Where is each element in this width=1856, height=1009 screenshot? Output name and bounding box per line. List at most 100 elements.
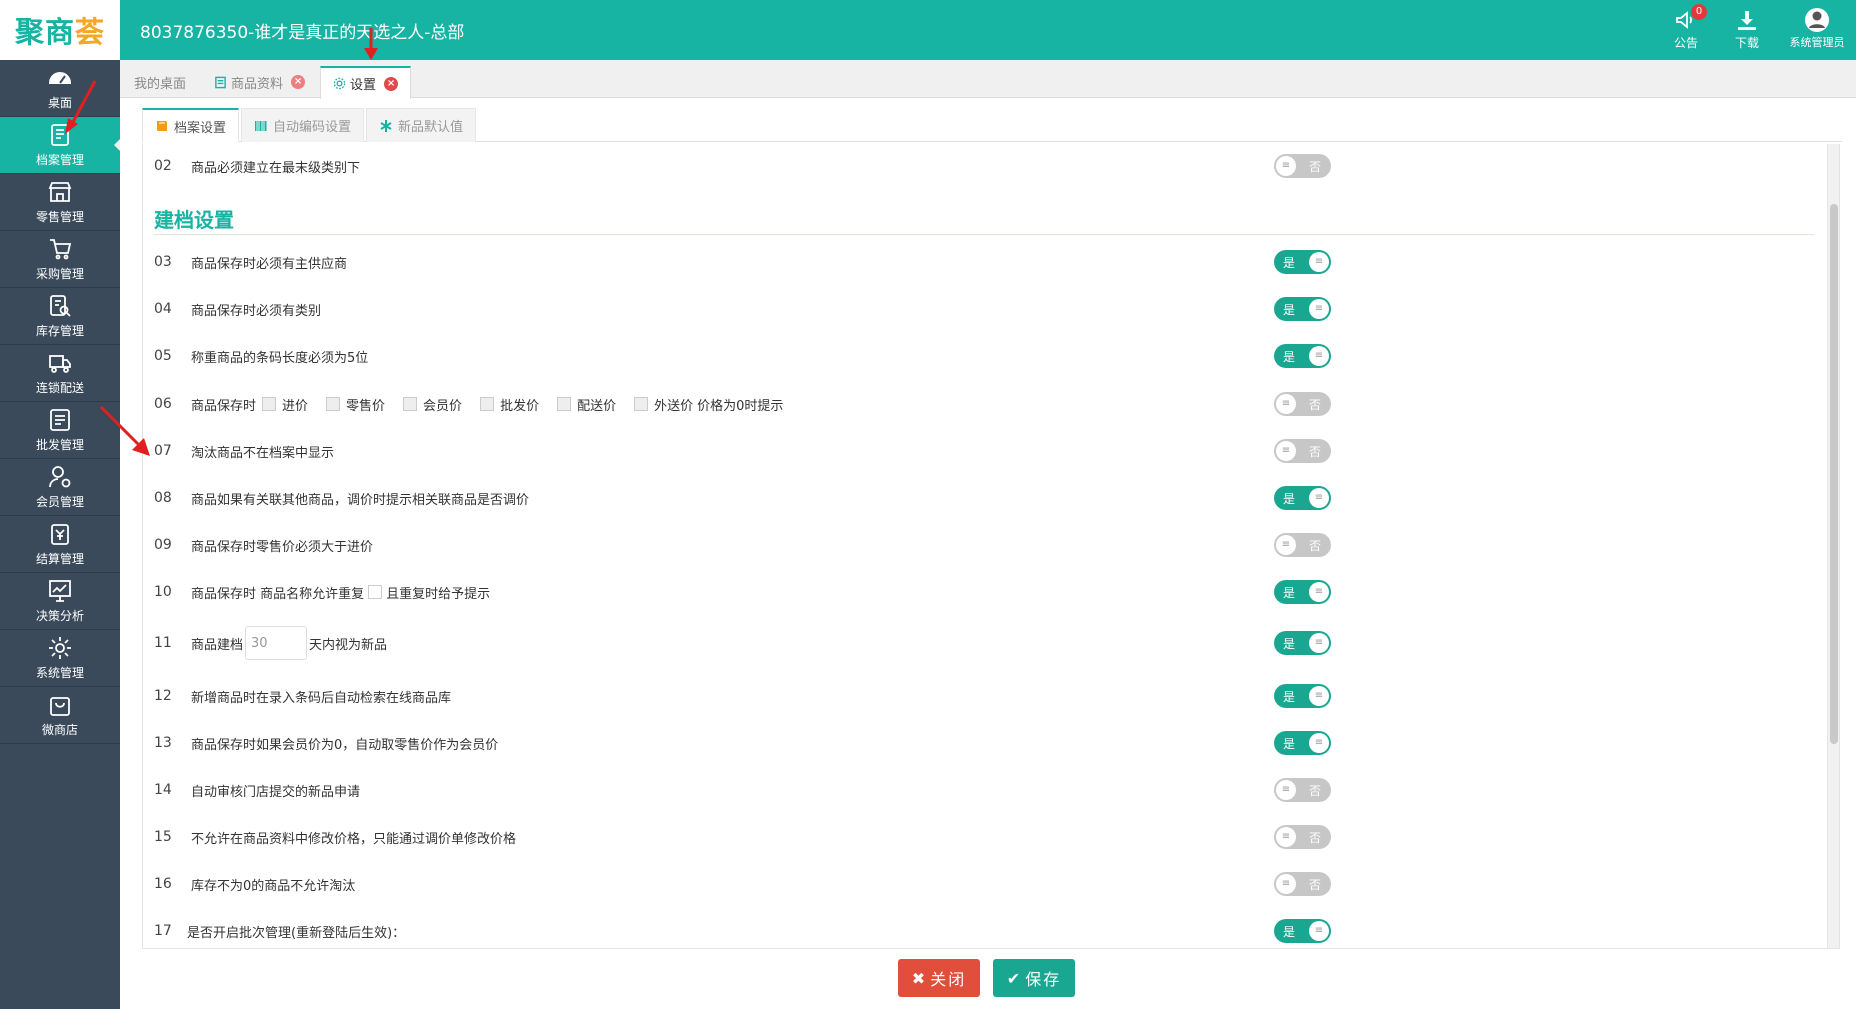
inventory-icon [50,295,71,317]
document-icon [215,76,226,88]
toggle-knob: ≡ [1276,827,1296,847]
gear-icon [333,77,346,90]
book-icon [157,121,167,131]
asterisk-icon [380,119,392,132]
annotation-arrow-tab [364,28,378,60]
settings-subtabs: 档案设置 自动编码设置 新品默认值 [142,108,1842,142]
toggle-knob: ≡ [1276,394,1296,414]
new-goods-days-input[interactable] [245,626,308,660]
toggle-17[interactable]: 是 ≡ [1274,919,1331,943]
settings-list: 02 商品必须建立在最末级类别下 ≡ 否 建档设置 03 商品保存时必须有主供应… [142,144,1840,949]
member-icon [49,466,71,488]
subtab-newdefault[interactable]: 新品默认值 [366,108,477,142]
setting-row-14: 14 自动审核门店提交的新品申请 [154,782,361,800]
setting-row-12: 12 新增商品时在录入条码后自动检索在线商品库 [154,688,452,706]
setting-row-17: 17 是否开启批次管理(重新登陆后生效)： [154,923,406,941]
tab-goods[interactable]: 商品资料 × [202,66,317,98]
setting-row-08: 08 商品如果有关联其他商品，调价时提示相关联商品是否调价 [154,490,530,508]
toggle-16[interactable]: ≡ 否 [1274,872,1331,896]
sidebar-item-system[interactable]: 系统管理 [0,630,120,687]
tab-desktop[interactable]: 我的桌面 [122,66,198,98]
section-title: 建档设置 [154,208,234,232]
setting-row-11: 11 商品建档 天内视为新品 [154,626,1454,660]
toggle-knob: ≡ [1309,686,1329,706]
sidebar-item-retail[interactable]: 零售管理 [0,174,120,231]
setting-row-04: 04 商品保存时必须有类别 [154,301,322,319]
chart-icon [49,580,71,602]
toggle-knob: ≡ [1309,488,1329,508]
gear-icon [49,637,71,659]
shop-bag-icon [50,697,70,716]
user-icon [1809,11,1825,28]
checkbox-retail-price[interactable] [326,397,341,411]
toggle-knob: ≡ [1309,582,1329,602]
toggle-knob: ≡ [1276,441,1296,461]
setting-row-05: 05 称重商品的条码长度必须为5位 [154,348,369,366]
scrollbar-thumb[interactable] [1830,204,1838,744]
toggle-10[interactable]: 是 ≡ [1274,580,1331,604]
user-menu[interactable]: 系统管理员 [1782,8,1852,54]
yen-icon [51,524,69,545]
sidebar-item-inventory[interactable]: 库存管理 [0,288,120,345]
close-button[interactable]: ✖ 关闭 [898,959,980,997]
toggle-knob: ≡ [1276,780,1296,800]
wholesale-icon [50,409,70,431]
toggle-07[interactable]: ≡ 否 [1274,439,1331,463]
tab-bar: 我的桌面 商品资料 × 设置 × [120,60,1856,99]
toggle-11[interactable]: 是 ≡ [1274,631,1331,655]
save-button[interactable]: ✔ 保存 [993,959,1075,997]
toggle-02[interactable]: ≡ 否 [1274,154,1331,178]
checkbox-delivery-price[interactable] [557,397,572,411]
setting-row-09: 09 商品保存时零售价必须大于进价 [154,537,374,555]
checkbox-takeout-price[interactable] [634,397,649,411]
vertical-scrollbar[interactable] [1827,144,1839,948]
checkbox-wholesale-price[interactable] [480,397,495,411]
toggle-knob: ≡ [1309,346,1329,366]
sidebar-item-delivery[interactable]: 连锁配送 [0,345,120,402]
close-icon: ✖ [911,968,928,988]
toggle-15[interactable]: ≡ 否 [1274,825,1331,849]
toggle-08[interactable]: 是 ≡ [1274,486,1331,510]
checkbox-member-price[interactable] [403,397,418,411]
toggle-knob: ≡ [1309,299,1329,319]
sidebar-item-settlement[interactable]: 结算管理 [0,516,120,573]
barcode-icon [255,120,267,131]
toggle-knob: ≡ [1309,252,1329,272]
setting-row-02: 02 商品必须建立在最末级类别下 [154,158,361,176]
toggle-04[interactable]: 是 ≡ [1274,297,1331,321]
annotation-arrow-row07 [99,405,150,456]
app-logo: 聚商荟 [0,0,120,60]
avatar [1805,8,1829,32]
page-title: 8037876350-谁才是真正的天选之人-总部 [140,23,465,43]
subtab-autocode[interactable]: 自动编码设置 [241,108,365,142]
subtab-archive[interactable]: 档案设置 [142,108,240,142]
sidebar-item-analysis[interactable]: 决策分析 [0,573,120,630]
checkbox-duplicate-prompt[interactable] [368,585,383,599]
toggle-14[interactable]: ≡ 否 [1274,778,1331,802]
settings-content: 档案设置 自动编码设置 新品默认值 02 商品必须建立在最末级类别下 ≡ 否 建… [120,99,1856,1009]
notice-button[interactable]: 0 公告 [1658,4,1714,54]
sidebar-item-microshop[interactable]: 微商店 [0,687,120,744]
download-button[interactable]: 下载 [1719,8,1775,54]
checkbox-purchase-price[interactable] [262,397,277,411]
toggle-06[interactable]: ≡ 否 [1274,392,1331,416]
download-icon [1738,11,1756,30]
toggle-13[interactable]: 是 ≡ [1274,731,1331,755]
toggle-knob: ≡ [1309,733,1329,753]
toggle-03[interactable]: 是 ≡ [1274,250,1331,274]
top-header: 聚商荟 8037876350-谁才是真正的天选之人-总部 0 公告 下载 系统管… [0,0,1856,60]
sidebar-item-purchase[interactable]: 采购管理 [0,231,120,288]
tab-settings[interactable]: 设置 × [320,66,412,99]
section-divider [154,234,1814,235]
annotation-arrow-sidebar [65,80,97,134]
toggle-12[interactable]: 是 ≡ [1274,684,1331,708]
sidebar-item-member[interactable]: 会员管理 [0,459,120,516]
store-icon [48,182,72,202]
toggle-09[interactable]: ≡ 否 [1274,533,1331,557]
close-tab-goods-icon[interactable]: × [291,75,306,89]
toggle-knob: ≡ [1276,535,1296,555]
setting-row-07: 07 淘汰商品不在档案中显示 [154,443,335,461]
toggle-05[interactable]: 是 ≡ [1274,344,1331,368]
close-tab-settings-icon[interactable]: × [384,76,399,91]
setting-row-15: 15 不允许在商品资料中修改价格，只能通过调价单修改价格 [154,829,517,847]
